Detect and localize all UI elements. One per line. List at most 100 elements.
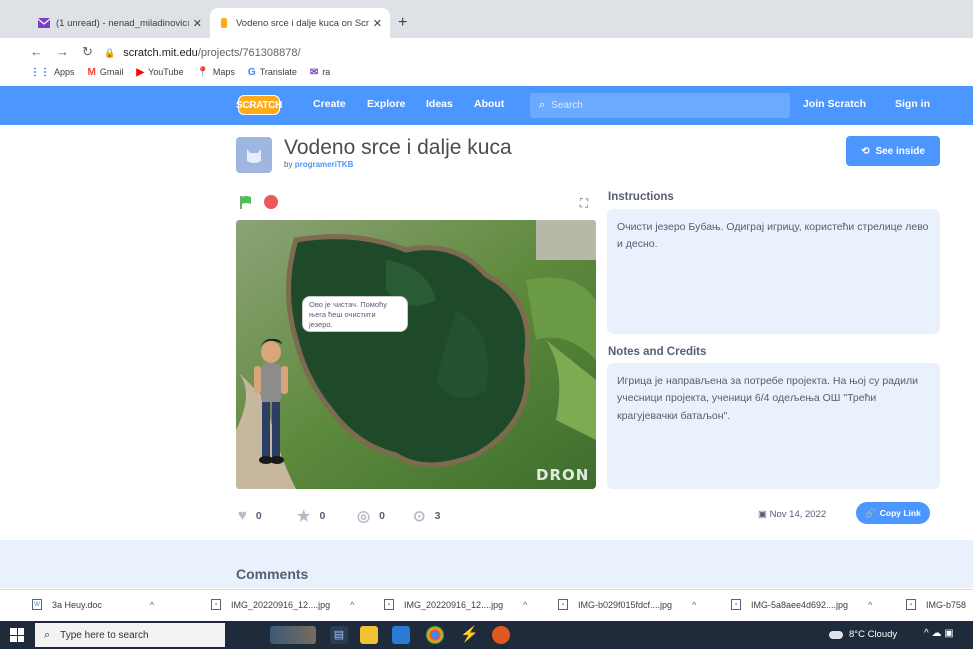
speech-bubble: Ово је чистач. Помоћу њега ћеш очистити … xyxy=(302,296,408,332)
new-tab-button[interactable]: + xyxy=(398,14,407,32)
author-avatar[interactable] xyxy=(236,137,272,173)
bookmark-apps[interactable]: ⋮⋮ Apps xyxy=(30,67,75,78)
join-scratch-link[interactable]: Join Scratch xyxy=(803,98,866,110)
maps-icon: 📍 xyxy=(196,66,209,78)
taskbar-search-input[interactable]: ⌕ Type here to search xyxy=(35,623,225,647)
word-icon[interactable] xyxy=(392,626,410,644)
download-name: IMG_20220916_12....jpg xyxy=(404,599,504,610)
download-item[interactable]: ▪ IMG-5a8aee4d692....jpg ^ xyxy=(731,599,872,610)
bookmark-label: YouTube xyxy=(148,67,184,77)
eye-icon: ⊙ xyxy=(413,508,426,525)
scratch-logo[interactable]: SCRATCH xyxy=(236,95,282,115)
project-byline: by programeriTKB xyxy=(284,160,353,169)
browser-tab-gmail[interactable]: (1 unread) - nenad_miladinovic@ ✕ xyxy=(30,8,210,38)
bookmark-label: ra xyxy=(322,67,331,77)
notes-text: Игрица је направљена за потребе пројекта… xyxy=(607,363,940,489)
taskbar-search-placeholder: Type here to search xyxy=(60,629,149,641)
search-placeholder: Search xyxy=(551,100,583,111)
comments-band xyxy=(0,540,973,588)
browser-tab-scratch[interactable]: Vodeno srce i dalje kuca on Scrat ✕ xyxy=(210,8,390,38)
chevron-up-icon[interactable]: ^ xyxy=(868,600,872,610)
browser-tab-bar: (1 unread) - nenad_miladinovic@ ✕ Vodeno… xyxy=(0,0,973,38)
system-tray-icons[interactable]: ^ ☁ ▣ xyxy=(924,628,954,639)
bookmark-translate[interactable]: G Translate xyxy=(248,67,297,78)
tab-title: (1 unread) - nenad_miladinovic@ xyxy=(56,17,189,29)
firefox-icon[interactable] xyxy=(492,626,510,644)
bookmark-youtube[interactable]: ▶ YouTube xyxy=(136,67,183,78)
search-input[interactable]: ⌕ Search xyxy=(530,93,790,118)
project-stage[interactable]: Ово је чистач. Помоћу њега ћеш очистити … xyxy=(236,220,596,489)
translate-icon: G xyxy=(247,66,256,78)
link-icon: 🔗 xyxy=(865,507,876,518)
fullscreen-icon[interactable]: ⛶ xyxy=(574,193,594,213)
download-item[interactable]: ▪ IMG_20220916_12....jpg ^ xyxy=(384,599,527,610)
windows-taskbar: ⌕ Type here to search ▤ ⚡ 8°C Cloudy ^ ☁… xyxy=(0,621,973,649)
bookmark-ra[interactable]: ✉ ra xyxy=(310,67,330,78)
favorite-count[interactable]: ★ 0 xyxy=(297,507,325,525)
bookmark-gmail[interactable]: M Gmail xyxy=(88,67,124,78)
author-link[interactable]: programeriTKB xyxy=(295,160,354,169)
download-item[interactable]: ▪ IMG_20220916_12....jpg ^ xyxy=(211,599,354,610)
copy-link-button[interactable]: 🔗 Copy Link xyxy=(856,502,930,524)
scratch-navbar: SCRATCH Create Explore Ideas About ⌕ Sea… xyxy=(0,86,973,125)
scratch-tab-icon xyxy=(221,18,227,28)
download-name: IMG-b029f015fdcf....jpg xyxy=(578,599,673,610)
sign-in-link[interactable]: Sign in xyxy=(895,98,930,110)
see-inside-button[interactable]: ⟲ See inside xyxy=(846,136,940,166)
nav-about[interactable]: About xyxy=(474,98,504,110)
chevron-up-icon[interactable]: ^ xyxy=(150,600,154,610)
download-name: IMG_20220916_12....jpg xyxy=(231,599,331,610)
bookmarks-bar: ⋮⋮ Apps M Gmail ▶ YouTube 📍 Maps G Translate … xyxy=(0,60,973,84)
green-flag-icon[interactable] xyxy=(238,194,254,210)
gmail-icon: M xyxy=(87,66,96,78)
comments-heading: Comments xyxy=(236,566,309,582)
love-value: 0 xyxy=(255,509,262,522)
mail-icon xyxy=(38,18,50,28)
love-count[interactable]: ♥ 0 xyxy=(238,507,262,524)
download-item[interactable]: ▪ IMG-b029f015fdcf....jpg ^ xyxy=(558,599,696,610)
tab-title: Vodeno srce i dalje kuca on Scrat xyxy=(236,17,369,29)
downloads-shelf: W 3a Heuy.doc ^ ▪ IMG_20220916_12....jpg ^ ▪… xyxy=(0,589,973,621)
bookmark-label: Apps xyxy=(54,67,75,77)
nav-ideas[interactable]: Ideas xyxy=(426,98,453,110)
instructions-heading: Instructions xyxy=(608,191,674,203)
chevron-up-icon[interactable]: ^ xyxy=(350,600,354,610)
chevron-up-icon[interactable]: ^ xyxy=(692,600,696,610)
image-file-icon: ▪ xyxy=(211,599,221,610)
weather-widget[interactable]: 8°C Cloudy xyxy=(829,629,897,640)
download-item[interactable]: ▪ IMG-b758 xyxy=(906,599,966,610)
image-file-icon: ▪ xyxy=(906,599,916,610)
news-widget-icon[interactable] xyxy=(270,626,316,644)
copy-link-label: Copy Link xyxy=(879,508,921,518)
file-explorer-icon[interactable] xyxy=(360,626,378,644)
search-icon: ⌕ xyxy=(44,628,51,641)
task-view-icon[interactable]: ▤ xyxy=(330,626,348,644)
close-tab-icon[interactable]: ✕ xyxy=(373,17,382,30)
cat-avatar-icon xyxy=(247,149,261,163)
chrome-icon[interactable] xyxy=(426,626,444,644)
search-icon: ⌕ xyxy=(539,99,546,111)
nav-create[interactable]: Create xyxy=(313,98,346,110)
url-path: /projects/761308878/ xyxy=(197,47,301,59)
lake-aerial-image xyxy=(236,220,596,489)
bookmark-label: Gmail xyxy=(99,67,124,77)
lightning-app-icon[interactable]: ⚡ xyxy=(460,626,479,644)
forward-icon[interactable]: → xyxy=(56,44,69,59)
stop-sign-icon[interactable] xyxy=(264,195,278,209)
cloud-icon xyxy=(829,630,843,639)
close-tab-icon[interactable]: ✕ xyxy=(193,17,202,30)
reload-icon[interactable]: ↻ xyxy=(82,44,93,60)
nav-explore[interactable]: Explore xyxy=(367,98,406,110)
download-item[interactable]: W 3a Heuy.doc ^ xyxy=(32,599,154,610)
chevron-up-icon[interactable]: ^ xyxy=(523,600,527,610)
back-icon[interactable]: ← xyxy=(30,44,43,59)
windows-start-icon[interactable] xyxy=(10,628,24,642)
project-date: ▣ Nov 14, 2022 xyxy=(758,509,826,520)
heart-icon: ♥ xyxy=(238,507,247,524)
youtube-icon: ▶ xyxy=(136,66,145,78)
apps-grid-icon: ⋮⋮ xyxy=(30,66,50,78)
remix-icon: ⟲ xyxy=(861,145,870,157)
remix-value: 0 xyxy=(379,510,385,522)
bookmark-maps[interactable]: 📍 Maps xyxy=(196,67,234,78)
url-host: scratch.mit.edu xyxy=(123,47,198,59)
